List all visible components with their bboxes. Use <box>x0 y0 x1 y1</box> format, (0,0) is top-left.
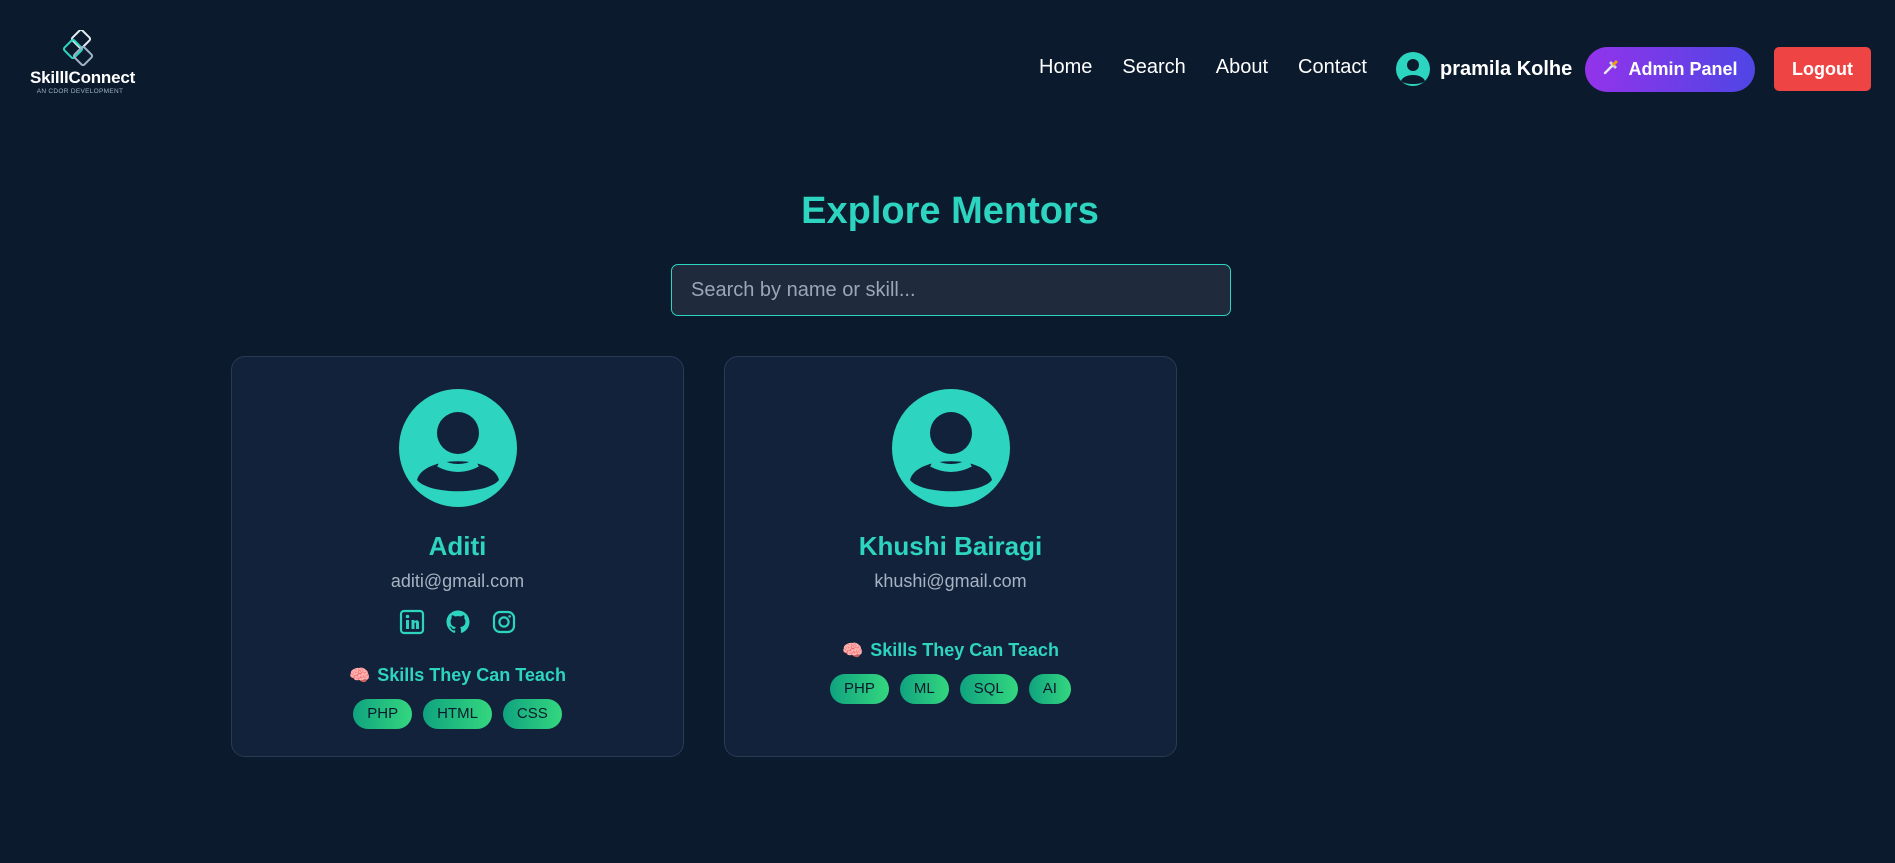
nav-link-search[interactable]: Search <box>1122 56 1185 79</box>
skill-tag: PHP <box>830 674 889 704</box>
admin-panel-button[interactable]: Admin Panel <box>1585 47 1755 92</box>
tools-icon <box>1602 58 1620 81</box>
skills-heading-label: Skills They Can Teach <box>377 665 566 685</box>
user-avatar-icon <box>910 412 992 492</box>
brand-name: SkilllConnect <box>30 68 136 87</box>
admin-panel-label: Admin Panel <box>1628 59 1738 79</box>
search-input[interactable] <box>671 264 1231 316</box>
brain-icon: 🧠 <box>349 665 371 685</box>
navbar: SkilllConnect AN CDOR DEVELOPMENT Home S… <box>0 0 1895 140</box>
user-name: pramila Kolhe <box>1440 57 1573 80</box>
linkedin-icon[interactable] <box>399 609 425 635</box>
mentor-email: khushi@gmail.com <box>874 571 1027 591</box>
social-links <box>232 609 683 635</box>
github-icon[interactable] <box>445 609 471 635</box>
skills-list: PHP HTML CSS <box>232 699 683 729</box>
avatar <box>892 389 1010 507</box>
logout-button[interactable]: Logout <box>1774 47 1871 91</box>
user-avatar-icon <box>1396 52 1430 86</box>
mentor-name: Aditi <box>428 531 487 561</box>
mentor-name: Khushi Bairagi <box>858 531 1043 561</box>
skills-heading-label: Skills They Can Teach <box>870 640 1059 660</box>
nav-link-about[interactable]: About <box>1216 56 1268 79</box>
user-avatar-icon <box>417 412 499 492</box>
skill-tag: SQL <box>959 674 1018 704</box>
instagram-icon[interactable] <box>491 609 517 635</box>
skill-tag: PHP <box>353 699 413 729</box>
nav-links: Home Search About Contact <box>1039 56 1397 79</box>
skill-tag: ML <box>899 674 949 704</box>
brand-tagline: AN CDOR DEVELOPMENT <box>36 88 124 95</box>
nav-link-contact[interactable]: Contact <box>1298 56 1367 79</box>
skill-tag: CSS <box>502 699 562 729</box>
logo-mark-icon <box>62 30 94 67</box>
brain-icon: 🧠 <box>842 640 864 660</box>
mentor-card[interactable]: Aditi aditi@gmail.com 🧠 Skills They Can … <box>231 356 684 757</box>
nav-link-home[interactable]: Home <box>1039 56 1092 79</box>
page-title: Explore Mentors <box>801 190 1099 232</box>
mentor-card[interactable]: Khushi Bairagi khushi@gmail.com 🧠 Skills… <box>724 356 1177 757</box>
skills-list: PHP ML SQL AI <box>725 674 1176 704</box>
skill-tag: AI <box>1028 674 1071 704</box>
user-profile[interactable]: pramila Kolhe <box>1396 52 1572 86</box>
skills-heading: 🧠 Skills They Can Teach <box>232 665 683 686</box>
skill-tag: HTML <box>423 699 492 729</box>
avatar <box>399 389 517 507</box>
brand-logo[interactable]: SkilllConnect AN CDOR DEVELOPMENT <box>30 30 136 100</box>
mentor-email: aditi@gmail.com <box>390 571 525 591</box>
skills-heading: 🧠 Skills They Can Teach <box>725 640 1176 661</box>
